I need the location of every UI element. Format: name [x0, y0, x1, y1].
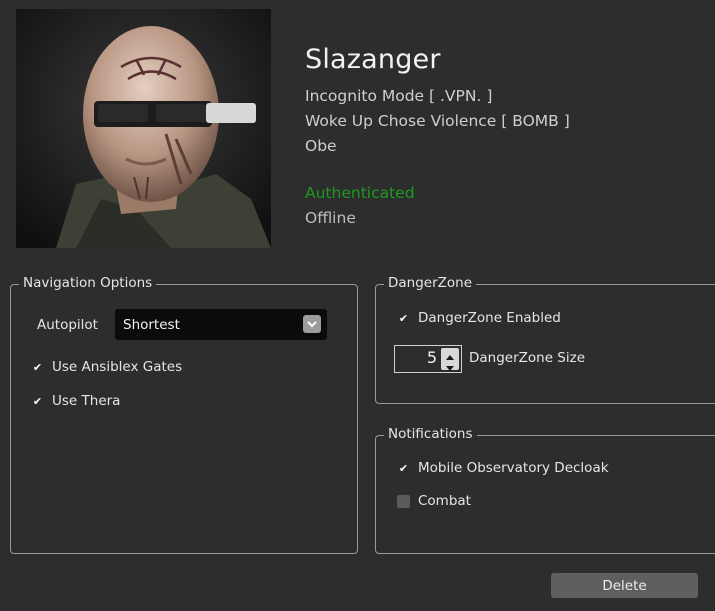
notifications-group: Notifications ✔ Mobile Observatory Declo…: [375, 426, 715, 554]
notifications-title: Notifications: [384, 426, 477, 442]
use-ansiblex-checkbox-row[interactable]: ✔ Use Ansiblex Gates: [31, 359, 182, 375]
alliance-label: Woke Up Chose Violence [ BOMB ]: [305, 112, 570, 130]
use-thera-label: Use Thera: [52, 393, 121, 409]
use-thera-checkbox-row[interactable]: ✔ Use Thera: [31, 393, 120, 409]
dangerzone-enabled-row[interactable]: ✔ DangerZone Enabled: [397, 310, 561, 326]
mobile-observatory-label: Mobile Observatory Decloak: [418, 460, 609, 476]
character-panel: Slazanger Incognito Mode [ .VPN. ] Woke …: [0, 0, 715, 611]
dangerzone-enabled-label: DangerZone Enabled: [418, 310, 561, 326]
dangerzone-size-spinner[interactable]: 5: [394, 345, 462, 373]
dangerzone-size-value[interactable]: 5: [427, 348, 437, 367]
character-name: Slazanger: [305, 44, 441, 75]
spinner-up-icon[interactable]: [441, 348, 459, 360]
combat-row[interactable]: Combat: [397, 493, 471, 509]
autopilot-label: Autopilot: [37, 317, 98, 333]
spinner-down-icon[interactable]: [441, 359, 459, 371]
combat-label: Combat: [418, 493, 471, 509]
spinner-buttons: [441, 348, 459, 371]
corporation-label: Incognito Mode [ .VPN. ]: [305, 87, 493, 105]
autopilot-selected-value: Shortest: [123, 317, 180, 333]
chevron-down-icon[interactable]: [303, 315, 321, 333]
location-label: Obe: [305, 137, 337, 155]
dangerzone-size-label: DangerZone Size: [469, 350, 586, 366]
auth-status: Authenticated: [305, 184, 415, 202]
use-ansiblex-checkbox[interactable]: ✔: [31, 360, 44, 374]
mobile-observatory-row[interactable]: ✔ Mobile Observatory Decloak: [397, 460, 609, 476]
navigation-options-group: Navigation Options Autopilot Shortest ✔ …: [10, 275, 358, 554]
delete-button[interactable]: Delete: [551, 573, 698, 598]
dangerzone-enabled-checkbox[interactable]: ✔: [397, 311, 410, 325]
character-portrait: [16, 9, 271, 248]
dangerzone-title: DangerZone: [384, 275, 477, 291]
mobile-observatory-checkbox[interactable]: ✔: [397, 461, 410, 475]
use-thera-checkbox[interactable]: ✔: [31, 394, 44, 408]
dangerzone-group: DangerZone ✔ DangerZone Enabled 5 Danger…: [375, 275, 715, 404]
combat-checkbox[interactable]: [397, 494, 410, 508]
navigation-options-title: Navigation Options: [19, 275, 157, 291]
online-status: Offline: [305, 209, 356, 227]
autopilot-dropdown[interactable]: Shortest: [115, 309, 327, 340]
use-ansiblex-label: Use Ansiblex Gates: [52, 359, 183, 375]
